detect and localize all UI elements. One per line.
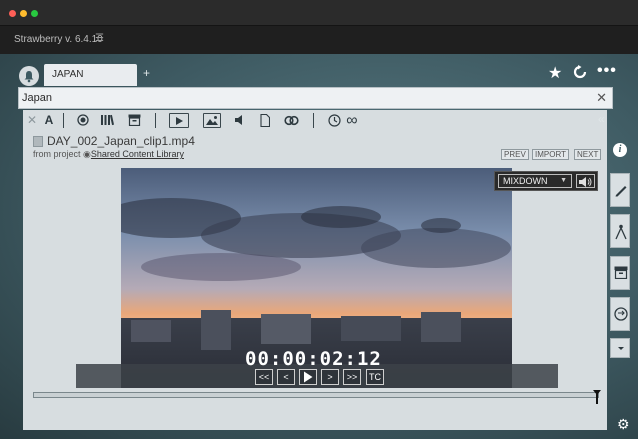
rewind-button[interactable]: <<: [255, 369, 273, 385]
tab-label: JAPAN: [52, 69, 84, 80]
clock-icon[interactable]: [327, 113, 341, 128]
building: [261, 314, 311, 344]
toolbar-divider: [155, 113, 156, 128]
link-icon[interactable]: [283, 113, 299, 128]
next-button[interactable]: NEXT: [574, 149, 602, 160]
timecode: 00:00:02:12: [245, 348, 382, 370]
chevron-down-icon[interactable]: [610, 338, 630, 358]
mix-select[interactable]: MIXDOWN ▼: [498, 174, 572, 188]
step-back-button[interactable]: <: [277, 369, 295, 385]
playhead-line: [596, 392, 598, 404]
search-value: Japan: [22, 92, 52, 104]
star-icon[interactable]: ★: [548, 63, 562, 83]
audio-icon[interactable]: [233, 113, 247, 128]
prev-button[interactable]: PREV: [501, 149, 529, 160]
loop-icon[interactable]: ∞: [343, 113, 361, 129]
project-link[interactable]: Shared Content Library: [91, 149, 184, 159]
zoom-window-button[interactable]: [31, 10, 38, 17]
close-icon[interactable]: ✕: [26, 113, 38, 128]
transfer-tool-button[interactable]: [610, 297, 630, 331]
speaker-icon[interactable]: [576, 174, 595, 188]
from-label: from project: [33, 149, 81, 159]
preview-panel: ✕ A ∞ DAY_002_Japan_clip1.mp4 from proje…: [23, 110, 607, 430]
collapse-panel-button[interactable]: «: [598, 112, 605, 126]
app-title: Strawberry v. 6.4.10: [14, 34, 103, 45]
file-icon: [33, 136, 43, 147]
hamburger-icon[interactable]: ☰: [95, 33, 104, 44]
archive-icon[interactable]: [127, 113, 141, 128]
fast-forward-button[interactable]: >>: [343, 369, 361, 385]
app-header: Strawberry v. 6.4.10 ☰: [0, 26, 638, 54]
add-tab-button[interactable]: +: [143, 66, 150, 80]
cloud: [301, 206, 381, 228]
text-icon[interactable]: A: [43, 113, 55, 128]
cloud: [421, 218, 461, 233]
info-icon[interactable]: i: [613, 143, 627, 157]
building: [341, 316, 401, 341]
chevron-down-icon: ▼: [560, 177, 567, 184]
step-forward-button[interactable]: >: [321, 369, 339, 385]
video-icon[interactable]: [169, 113, 189, 128]
title-bar: [0, 0, 638, 26]
toolbar-divider: [63, 113, 64, 128]
timecode-toggle-button[interactable]: TC: [366, 369, 384, 385]
compass-tool-button[interactable]: [610, 214, 630, 248]
asset-source: from project ◉Shared Content Library: [33, 149, 184, 160]
import-button[interactable]: IMPORT: [532, 149, 569, 160]
scrub-bar[interactable]: [33, 392, 599, 398]
building: [201, 310, 231, 350]
archive-tool-button[interactable]: [610, 256, 630, 290]
image-icon[interactable]: [203, 113, 221, 128]
record-icon[interactable]: [76, 113, 90, 128]
pen-tool-button[interactable]: [610, 173, 630, 207]
audio-mix-control: MIXDOWN ▼: [494, 171, 598, 191]
gear-icon[interactable]: ⚙: [617, 416, 630, 433]
toolbar: ✕ A ∞: [23, 110, 607, 131]
cloud: [361, 228, 511, 268]
tab-japan[interactable]: JAPAN: [44, 64, 137, 86]
document-icon[interactable]: [259, 113, 271, 128]
cloud: [141, 253, 301, 281]
toolbar-divider: [313, 113, 314, 128]
minimize-window-button[interactable]: [20, 10, 27, 17]
close-window-button[interactable]: [9, 10, 16, 17]
mix-value: MIXDOWN: [503, 176, 548, 186]
library-icon[interactable]: [100, 113, 115, 128]
more-icon[interactable]: •••: [597, 62, 617, 80]
refresh-icon[interactable]: [572, 64, 588, 85]
building: [421, 312, 461, 342]
close-icon[interactable]: ✕: [596, 90, 607, 106]
project-icon: ◉: [83, 149, 91, 159]
building: [131, 320, 171, 342]
notification-bell-icon[interactable]: [19, 66, 39, 86]
asset-filename: DAY_002_Japan_clip1.mp4: [47, 134, 195, 148]
search-input[interactable]: Japan ✕: [18, 87, 613, 109]
play-button[interactable]: [299, 369, 317, 385]
